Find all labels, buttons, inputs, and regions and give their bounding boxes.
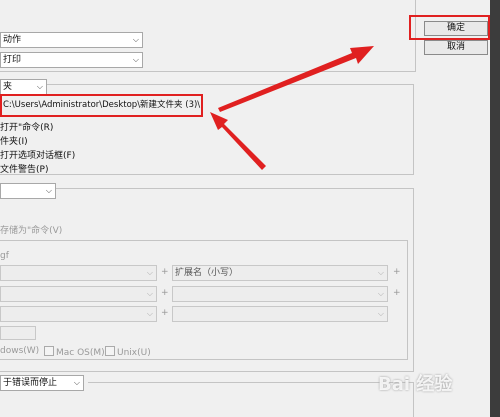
annotation-arrows [210, 46, 374, 170]
watermark-logo: Bai 经验 [378, 370, 452, 396]
watermark-text: Bai 经验 [378, 374, 453, 395]
arrow-to-ok-icon [218, 46, 374, 112]
arrow-to-path-icon [210, 112, 266, 170]
